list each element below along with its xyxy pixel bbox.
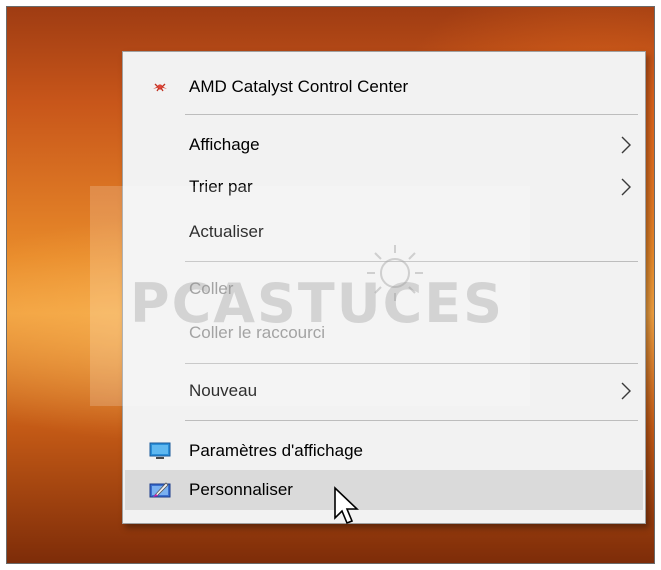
chevron-right-icon (621, 178, 631, 196)
display-settings-icon (149, 442, 171, 459)
menu-item-label: Actualiser (189, 222, 264, 241)
amd-catalyst-icon (153, 83, 167, 92)
menu-item-label: Trier par (189, 177, 253, 196)
menu-separator (185, 420, 638, 421)
personalize-icon (149, 482, 171, 498)
menu-item-affichage[interactable]: Affichage (125, 125, 643, 165)
chevron-right-icon (621, 136, 631, 154)
mouse-pointer-icon (334, 486, 359, 525)
menu-separator (185, 261, 638, 262)
menu-item-nouveau[interactable]: Nouveau (125, 371, 643, 411)
menu-separator (185, 114, 638, 115)
menu-item-actualiser[interactable]: Actualiser (125, 212, 643, 252)
menu-item-coller-raccourci: Coller le raccourci (125, 313, 643, 353)
menu-item-label: Personnaliser (189, 480, 293, 499)
menu-item-amd-catalyst[interactable]: AMD Catalyst Control Center (125, 67, 643, 107)
menu-item-label: Affichage (189, 135, 260, 154)
menu-item-label: Coller (189, 279, 234, 298)
menu-item-label: Nouveau (189, 381, 258, 400)
menu-item-personnaliser[interactable]: Personnaliser (125, 470, 643, 510)
menu-item-label: AMD Catalyst Control Center (189, 77, 409, 96)
menu-item-parametres-affichage[interactable]: Paramètres d'affichage (125, 431, 643, 471)
menu-item-trier-par[interactable]: Trier par (125, 167, 643, 207)
menu-item-coller: Coller (125, 269, 643, 309)
menu-item-label: Paramètres d'affichage (189, 441, 363, 460)
chevron-right-icon (621, 382, 631, 400)
menu-item-label: Coller le raccourci (189, 323, 326, 342)
menu-separator (185, 363, 638, 364)
desktop-context-menu: AMD Catalyst Control Center Affichage Tr… (122, 51, 646, 524)
